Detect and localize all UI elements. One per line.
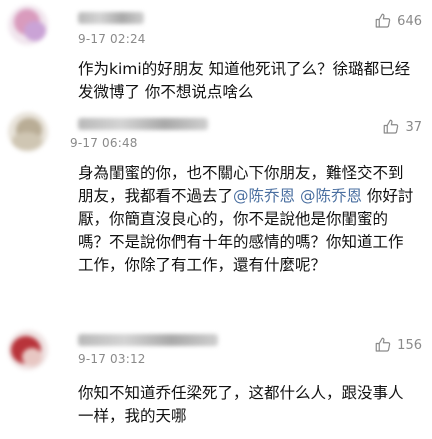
comment-text: 你知不知道乔任梁死了，这都什么人，跟没事人一样，我的天哪	[78, 384, 404, 425]
avatar[interactable]	[8, 330, 48, 370]
avatar[interactable]	[8, 112, 48, 152]
username-blurred[interactable]	[78, 12, 144, 24]
comment-item: 9-17 02:24 646 作为kimi的好朋友 知道他死讯了么？徐璐都已经发…	[0, 0, 432, 106]
avatar[interactable]	[8, 5, 48, 45]
comment-time: 9-17 06:48	[70, 136, 138, 150]
mention-link[interactable]: @陈乔恩	[233, 187, 295, 205]
comment-item: 9-17 06:48 37 身為閨蜜的你，也不關心下你朋友，難怪交不到朋友，我都…	[0, 106, 432, 322]
username-blurred[interactable]	[78, 118, 208, 130]
comment-text: 作为kimi的好朋友 知道他死讯了么？徐璐都已经发微博了 你不想说点啥么	[78, 60, 411, 101]
comment-text: 身為閨蜜的你，也不關心下你朋友，難怪交不到朋友，我都看不過去了@陈乔恩 @陈乔恩…	[78, 162, 418, 277]
like-button[interactable]: 156	[374, 336, 422, 354]
mention-link[interactable]: @陈乔恩	[300, 187, 362, 205]
comment-item: 9-17 03:12 156 你知不知道乔任梁死了，这都什么人，跟没事人一样，我…	[0, 322, 432, 439]
thumbs-up-icon	[375, 337, 391, 352]
like-button[interactable]: 37	[382, 118, 422, 136]
thumbs-up-icon	[384, 119, 399, 134]
username-blurred[interactable]	[78, 334, 218, 346]
like-count: 37	[405, 119, 422, 135]
comment-time: 9-17 03:12	[78, 352, 146, 366]
like-button[interactable]: 646	[374, 12, 422, 30]
comment-time: 9-17 02:24	[78, 32, 146, 46]
like-count: 156	[397, 337, 422, 353]
like-count: 646	[397, 13, 422, 29]
thumbs-up-icon	[375, 13, 391, 28]
